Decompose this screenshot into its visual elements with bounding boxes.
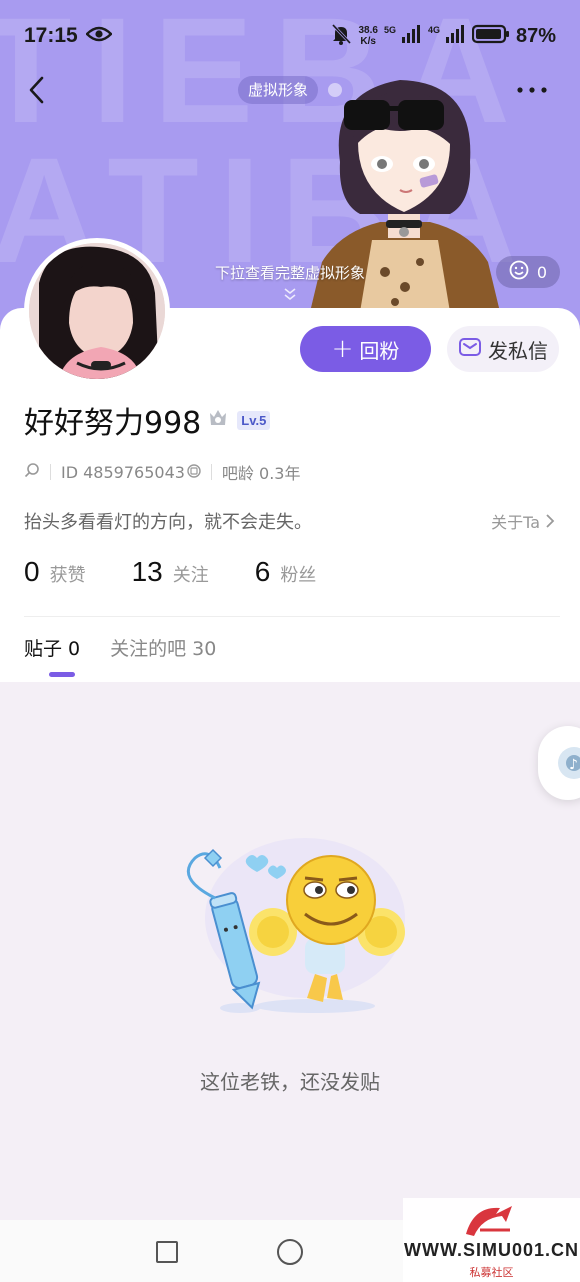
watermark-logo-icon bbox=[460, 1200, 520, 1244]
follow-back-label: 回粉 bbox=[359, 338, 400, 363]
status-bar: 17:15 38.6 K/s 5G 4G 87% bbox=[0, 0, 580, 72]
divider bbox=[210, 464, 212, 480]
double-chevron-down-icon bbox=[282, 286, 298, 306]
floating-side-button[interactable]: ♪ bbox=[538, 726, 580, 800]
profile-tabs: 贴子 0 关注的吧 30 bbox=[24, 634, 216, 664]
sim1-tag: 5G bbox=[383, 25, 396, 35]
battery-percent: 87% bbox=[515, 24, 556, 47]
smiley-icon bbox=[509, 260, 529, 284]
search-icon bbox=[24, 462, 40, 482]
stat-label: 粉丝 bbox=[280, 565, 317, 586]
about-label: 关于Ta bbox=[491, 513, 540, 532]
copy-icon[interactable] bbox=[187, 463, 201, 482]
chevron-left-icon bbox=[29, 76, 44, 104]
crown-badge-icon[interactable] bbox=[207, 407, 229, 433]
plus-icon: + bbox=[331, 334, 354, 364]
battery-icon bbox=[471, 24, 510, 48]
user-avatar[interactable] bbox=[24, 238, 170, 384]
username-row: 好好努力998 Lv.5 bbox=[24, 398, 271, 442]
recent-apps-button[interactable] bbox=[156, 1241, 178, 1263]
more-dots-icon bbox=[517, 87, 547, 93]
network-speed: 38.6 K/s bbox=[358, 25, 378, 47]
username: 好好努力998 bbox=[24, 406, 202, 441]
send-message-button[interactable]: 发私信 bbox=[447, 326, 559, 372]
watermark-text: WWW.SIMU001.CN bbox=[403, 1240, 579, 1260]
stat-number: 6 bbox=[254, 556, 271, 587]
bio-row: 抬头多看看灯的方向，就不会走失。 关于Ta bbox=[24, 508, 556, 534]
status-time: 17:15 bbox=[24, 24, 78, 47]
divider bbox=[24, 616, 560, 617]
eye-icon bbox=[85, 26, 113, 46]
user-bio: 抬头多看看灯的方向，就不会走失。 bbox=[24, 512, 312, 533]
signal-icon bbox=[401, 25, 422, 47]
music-disc-icon: ♪ bbox=[558, 747, 580, 779]
bar-age: 吧龄 0.3年 bbox=[221, 464, 301, 483]
empty-state-illustration bbox=[165, 828, 415, 1018]
more-options-button[interactable] bbox=[512, 78, 552, 102]
stat-number: 0 bbox=[24, 556, 40, 587]
stat-likes[interactable]: 0 获赞 bbox=[24, 556, 86, 588]
stat-label: 关注 bbox=[172, 565, 209, 586]
envelope-icon bbox=[458, 336, 482, 363]
avatar-like-count: 0 bbox=[536, 262, 548, 282]
about-link[interactable]: 关于Ta bbox=[491, 509, 556, 533]
stat-following[interactable]: 13 关注 bbox=[132, 556, 209, 588]
status-icons: 38.6 K/s 5G 4G 87% bbox=[330, 23, 556, 49]
chevron-right-icon bbox=[546, 514, 555, 528]
send-message-label: 发私信 bbox=[488, 338, 548, 363]
divider bbox=[50, 464, 51, 480]
sim2-tag: 4G bbox=[427, 25, 440, 35]
stat-label: 获赞 bbox=[49, 565, 86, 586]
active-tab-indicator bbox=[49, 672, 75, 677]
level-badge[interactable]: Lv.5 bbox=[237, 410, 271, 430]
user-meta-row: ID 4859765043 吧龄 0.3年 bbox=[24, 460, 300, 484]
signal-icon bbox=[445, 25, 466, 47]
watermark-subtext: 私募社区 bbox=[469, 1266, 514, 1279]
stats-row: 0 获赞 13 关注 6 粉丝 bbox=[24, 556, 362, 596]
tab-followed-bars[interactable]: 关注的吧 30 bbox=[110, 634, 216, 664]
stat-number: 13 bbox=[131, 556, 163, 587]
back-button[interactable] bbox=[22, 72, 54, 108]
pull-down-hint: 下拉查看完整虚拟形象 bbox=[214, 264, 365, 282]
user-id: ID 4859765043 bbox=[61, 462, 185, 482]
follow-back-button[interactable]: + 回粉 bbox=[300, 326, 431, 372]
mute-bell-icon bbox=[330, 23, 352, 49]
stat-followers[interactable]: 6 粉丝 bbox=[255, 556, 317, 588]
home-button[interactable] bbox=[277, 1239, 303, 1265]
svg-text:♪: ♪ bbox=[569, 757, 578, 773]
tab-posts[interactable]: 贴子 0 bbox=[24, 634, 80, 664]
avatar-like-button[interactable]: 0 bbox=[496, 256, 560, 288]
empty-state-text: 这位老铁，还没发贴 bbox=[200, 1070, 380, 1094]
